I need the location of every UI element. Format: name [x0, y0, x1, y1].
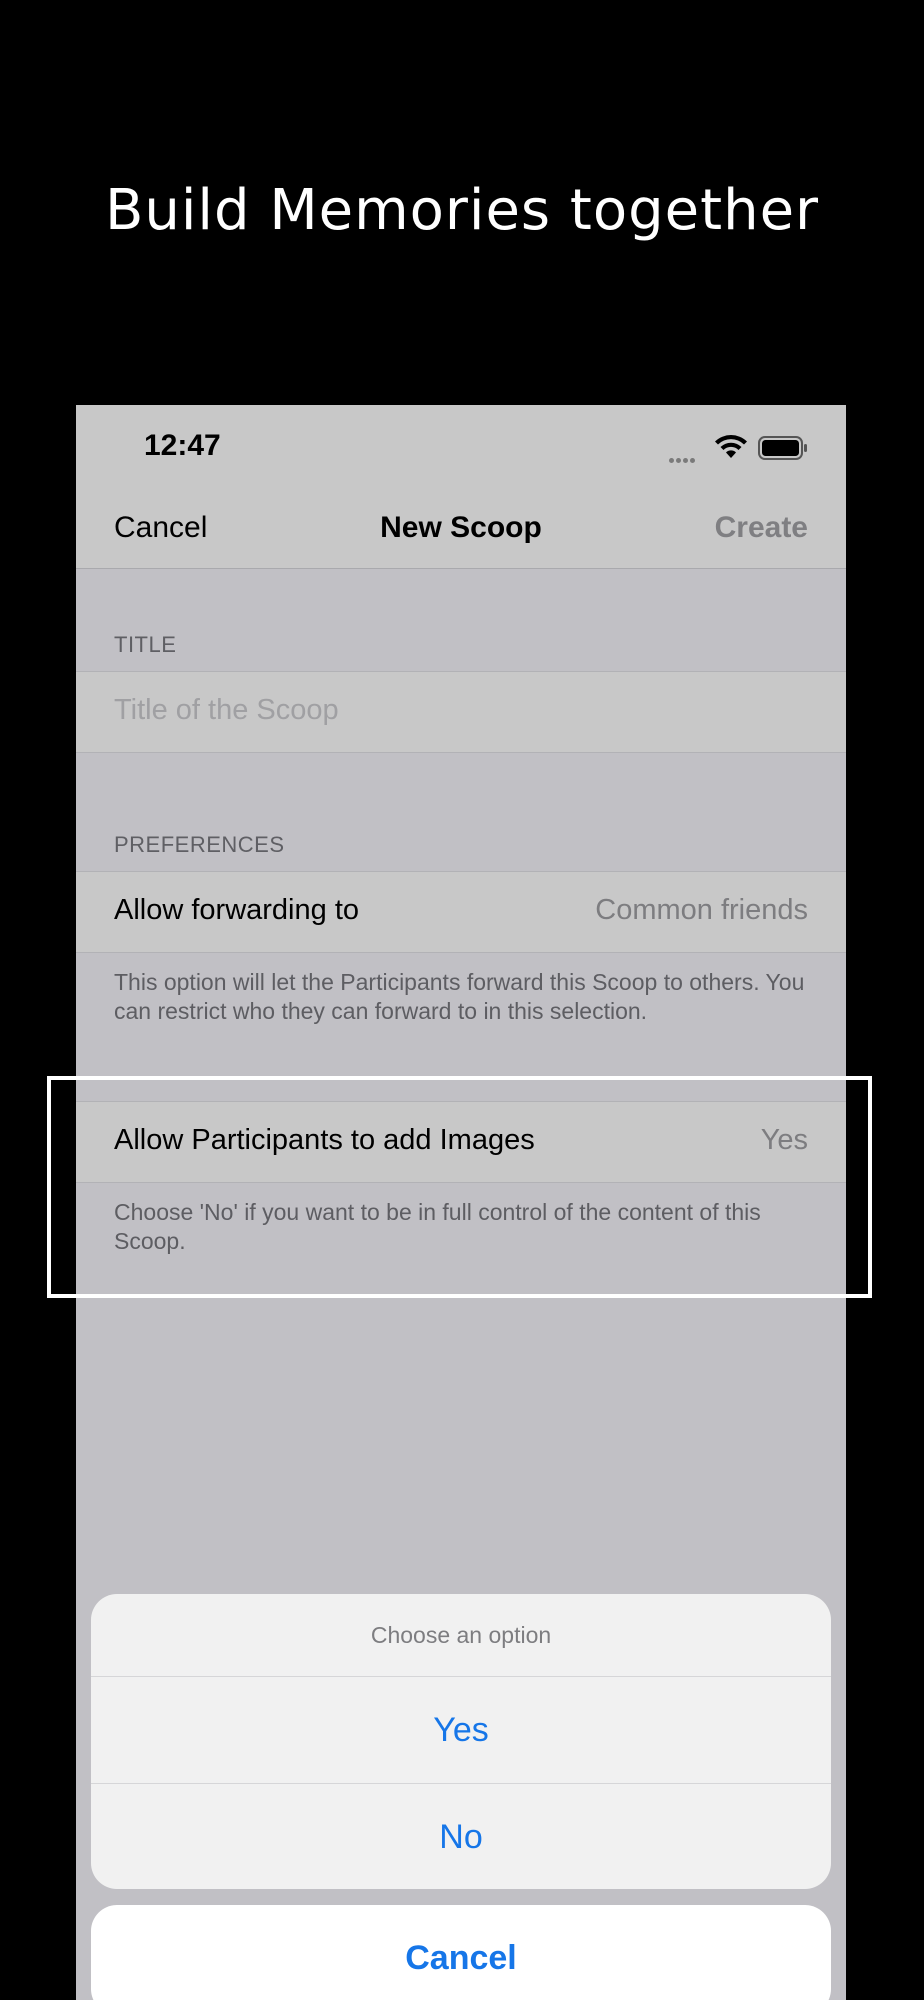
wifi-icon: [715, 435, 747, 458]
title-input[interactable]: Title of the Scoop: [114, 694, 339, 727]
preferences-section-header: PREFERENCES: [114, 832, 285, 857]
action-sheet: Choose an option Yes No: [91, 1594, 831, 1889]
forwarding-value: Common friends: [595, 894, 808, 926]
cellular-signal-icon: [669, 450, 697, 468]
page: Build Memories together 12:47 Cancel New…: [0, 0, 924, 2000]
marketing-headline: Build Memories together: [104, 178, 820, 243]
navigation-bar: Cancel New Scoop Create: [76, 493, 846, 569]
title-input-cell[interactable]: Title of the Scoop: [76, 671, 846, 753]
highlight-frame: [47, 1076, 872, 1298]
action-sheet-cancel-button[interactable]: Cancel: [91, 1905, 831, 2000]
action-sheet-title: Choose an option: [91, 1594, 831, 1677]
forwarding-footer: This option will let the Participants fo…: [114, 969, 805, 1024]
battery-icon: [758, 436, 807, 460]
status-bar: 12:47: [76, 405, 846, 493]
forwarding-label: Allow forwarding to: [114, 894, 359, 926]
nav-create-button[interactable]: Create: [715, 511, 808, 545]
action-sheet-option-no[interactable]: No: [91, 1784, 831, 1889]
status-time: 12:47: [144, 429, 221, 462]
title-section-header: TITLE: [114, 632, 177, 657]
forwarding-cell[interactable]: Allow forwarding to Common friends: [76, 871, 846, 953]
action-sheet-option-yes[interactable]: Yes: [91, 1677, 831, 1784]
